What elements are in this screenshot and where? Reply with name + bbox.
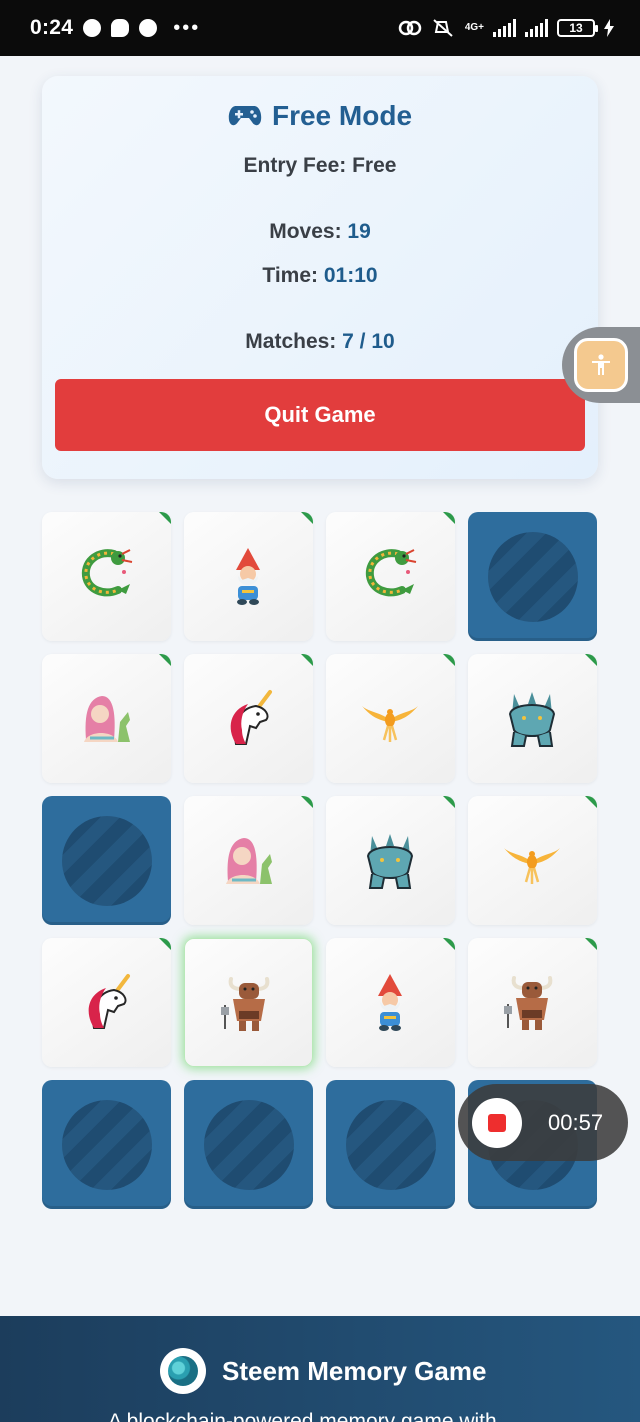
card-mermaid[interactable]: [42, 654, 171, 783]
matched-marker-icon: [301, 654, 313, 666]
phoenix-icon: [504, 848, 560, 884]
battery-icon: 13: [557, 19, 598, 37]
card-gnome[interactable]: [326, 938, 455, 1067]
moves-label: Moves:: [269, 220, 342, 243]
mode-title-text: Free Mode: [271, 100, 413, 131]
matched-marker-icon: [443, 796, 455, 808]
footer-title: Steem Memory Game: [222, 1355, 487, 1386]
card-gnome[interactable]: [184, 512, 313, 641]
matches-value: 7 / 10: [342, 330, 395, 353]
gnome-icon: [236, 548, 260, 605]
card-mermaid[interactable]: [184, 796, 313, 925]
entry-fee: Entry Fee: Free: [42, 154, 598, 178]
time-value: 01:10: [323, 264, 378, 287]
card-minotaur[interactable]: [184, 938, 313, 1067]
mermaid-icon: [226, 838, 272, 884]
card-face-down[interactable]: [42, 1080, 171, 1209]
matches-stat: Matches: 7 / 10: [42, 330, 598, 354]
mode-title: Free Mode: [42, 100, 598, 132]
game-page: Free Mode Entry Fee: Free Moves: 19 Time…: [0, 56, 640, 1316]
entry-fee-value: Free: [352, 154, 397, 177]
card-werewolf[interactable]: [468, 654, 597, 783]
status-time: 0:24: [30, 16, 74, 39]
chat-bubble-icon: [111, 19, 130, 37]
card-phoenix[interactable]: [326, 654, 455, 783]
gnome-icon: [378, 974, 402, 1031]
dragon-icon: [365, 549, 417, 597]
gamepad-icon: [228, 106, 262, 126]
minotaur-icon: [504, 976, 553, 1030]
matches-label: Matches:: [245, 330, 337, 353]
unicorn-icon: [88, 974, 130, 1029]
card-back-pattern: [62, 1100, 152, 1190]
card-face-down[interactable]: [184, 1080, 313, 1209]
accessibility-float[interactable]: [562, 327, 640, 403]
recording-time: 00:57: [548, 1109, 604, 1135]
werewolf-icon: [366, 834, 414, 889]
status-bar: 0:24 ••• 4G+ 13: [0, 0, 640, 56]
charging-icon: [604, 19, 614, 37]
card-back-pattern: [204, 1100, 294, 1190]
signal-icon-1: [493, 19, 516, 37]
matched-marker-icon: [443, 654, 455, 666]
game-info-panel: Free Mode Entry Fee: Free Moves: 19 Time…: [42, 76, 598, 479]
werewolf-icon: [508, 692, 556, 747]
moves-value: 19: [347, 220, 371, 243]
matched-marker-icon: [585, 796, 597, 808]
moves-stat: Moves: 19: [42, 220, 598, 244]
messenger-icon: [139, 19, 158, 37]
matched-marker-icon: [301, 512, 313, 524]
signal-icon-2: [525, 19, 548, 37]
phoenix-icon: [362, 706, 418, 742]
link-icon: [398, 20, 422, 36]
unicorn-icon: [230, 690, 272, 745]
matched-marker-icon: [159, 512, 171, 524]
card-unicorn[interactable]: [42, 938, 171, 1067]
footer-tagline: A blockchain-powered memory game with: [108, 1410, 497, 1422]
matched-marker-icon: [443, 938, 455, 950]
facebook-icon: [83, 19, 102, 37]
mute-icon: [433, 19, 453, 37]
card-back-pattern: [62, 816, 152, 906]
footer: Steem Memory Game A blockchain-powered m…: [0, 1316, 640, 1422]
minotaur-icon: [221, 977, 270, 1031]
card-face-down[interactable]: [468, 512, 597, 641]
matched-marker-icon: [443, 512, 455, 524]
more-notifications-icon: •••: [173, 16, 201, 39]
stop-recording-button[interactable]: [472, 1097, 522, 1148]
card-werewolf[interactable]: [326, 796, 455, 925]
network-type: 4G+: [464, 22, 484, 33]
entry-fee-label: Entry Fee:: [243, 154, 347, 177]
quit-game-button[interactable]: Quit Game: [55, 379, 585, 451]
card-phoenix[interactable]: [468, 796, 597, 925]
card-dragon[interactable]: [326, 512, 455, 641]
screen-recording-pill[interactable]: 00:57: [458, 1084, 628, 1161]
matched-marker-icon: [301, 796, 313, 808]
matched-marker-icon: [159, 654, 171, 666]
time-label: Time:: [262, 264, 319, 287]
stop-icon: [488, 1113, 506, 1132]
brain-logo-icon: [160, 1348, 206, 1394]
card-face-down[interactable]: [326, 1080, 455, 1209]
time-stat: Time: 01:10: [42, 264, 598, 288]
card-back-pattern: [488, 532, 578, 622]
matched-marker-icon: [585, 938, 597, 950]
card-unicorn[interactable]: [184, 654, 313, 783]
matched-marker-icon: [585, 654, 597, 666]
dragon-icon: [81, 549, 133, 597]
card-dragon[interactable]: [42, 512, 171, 641]
card-back-pattern: [346, 1100, 436, 1190]
mermaid-icon: [84, 696, 130, 742]
matched-marker-icon: [159, 938, 171, 950]
card-minotaur[interactable]: [468, 938, 597, 1067]
card-face-down[interactable]: [42, 796, 171, 925]
accessibility-icon[interactable]: [574, 338, 628, 392]
